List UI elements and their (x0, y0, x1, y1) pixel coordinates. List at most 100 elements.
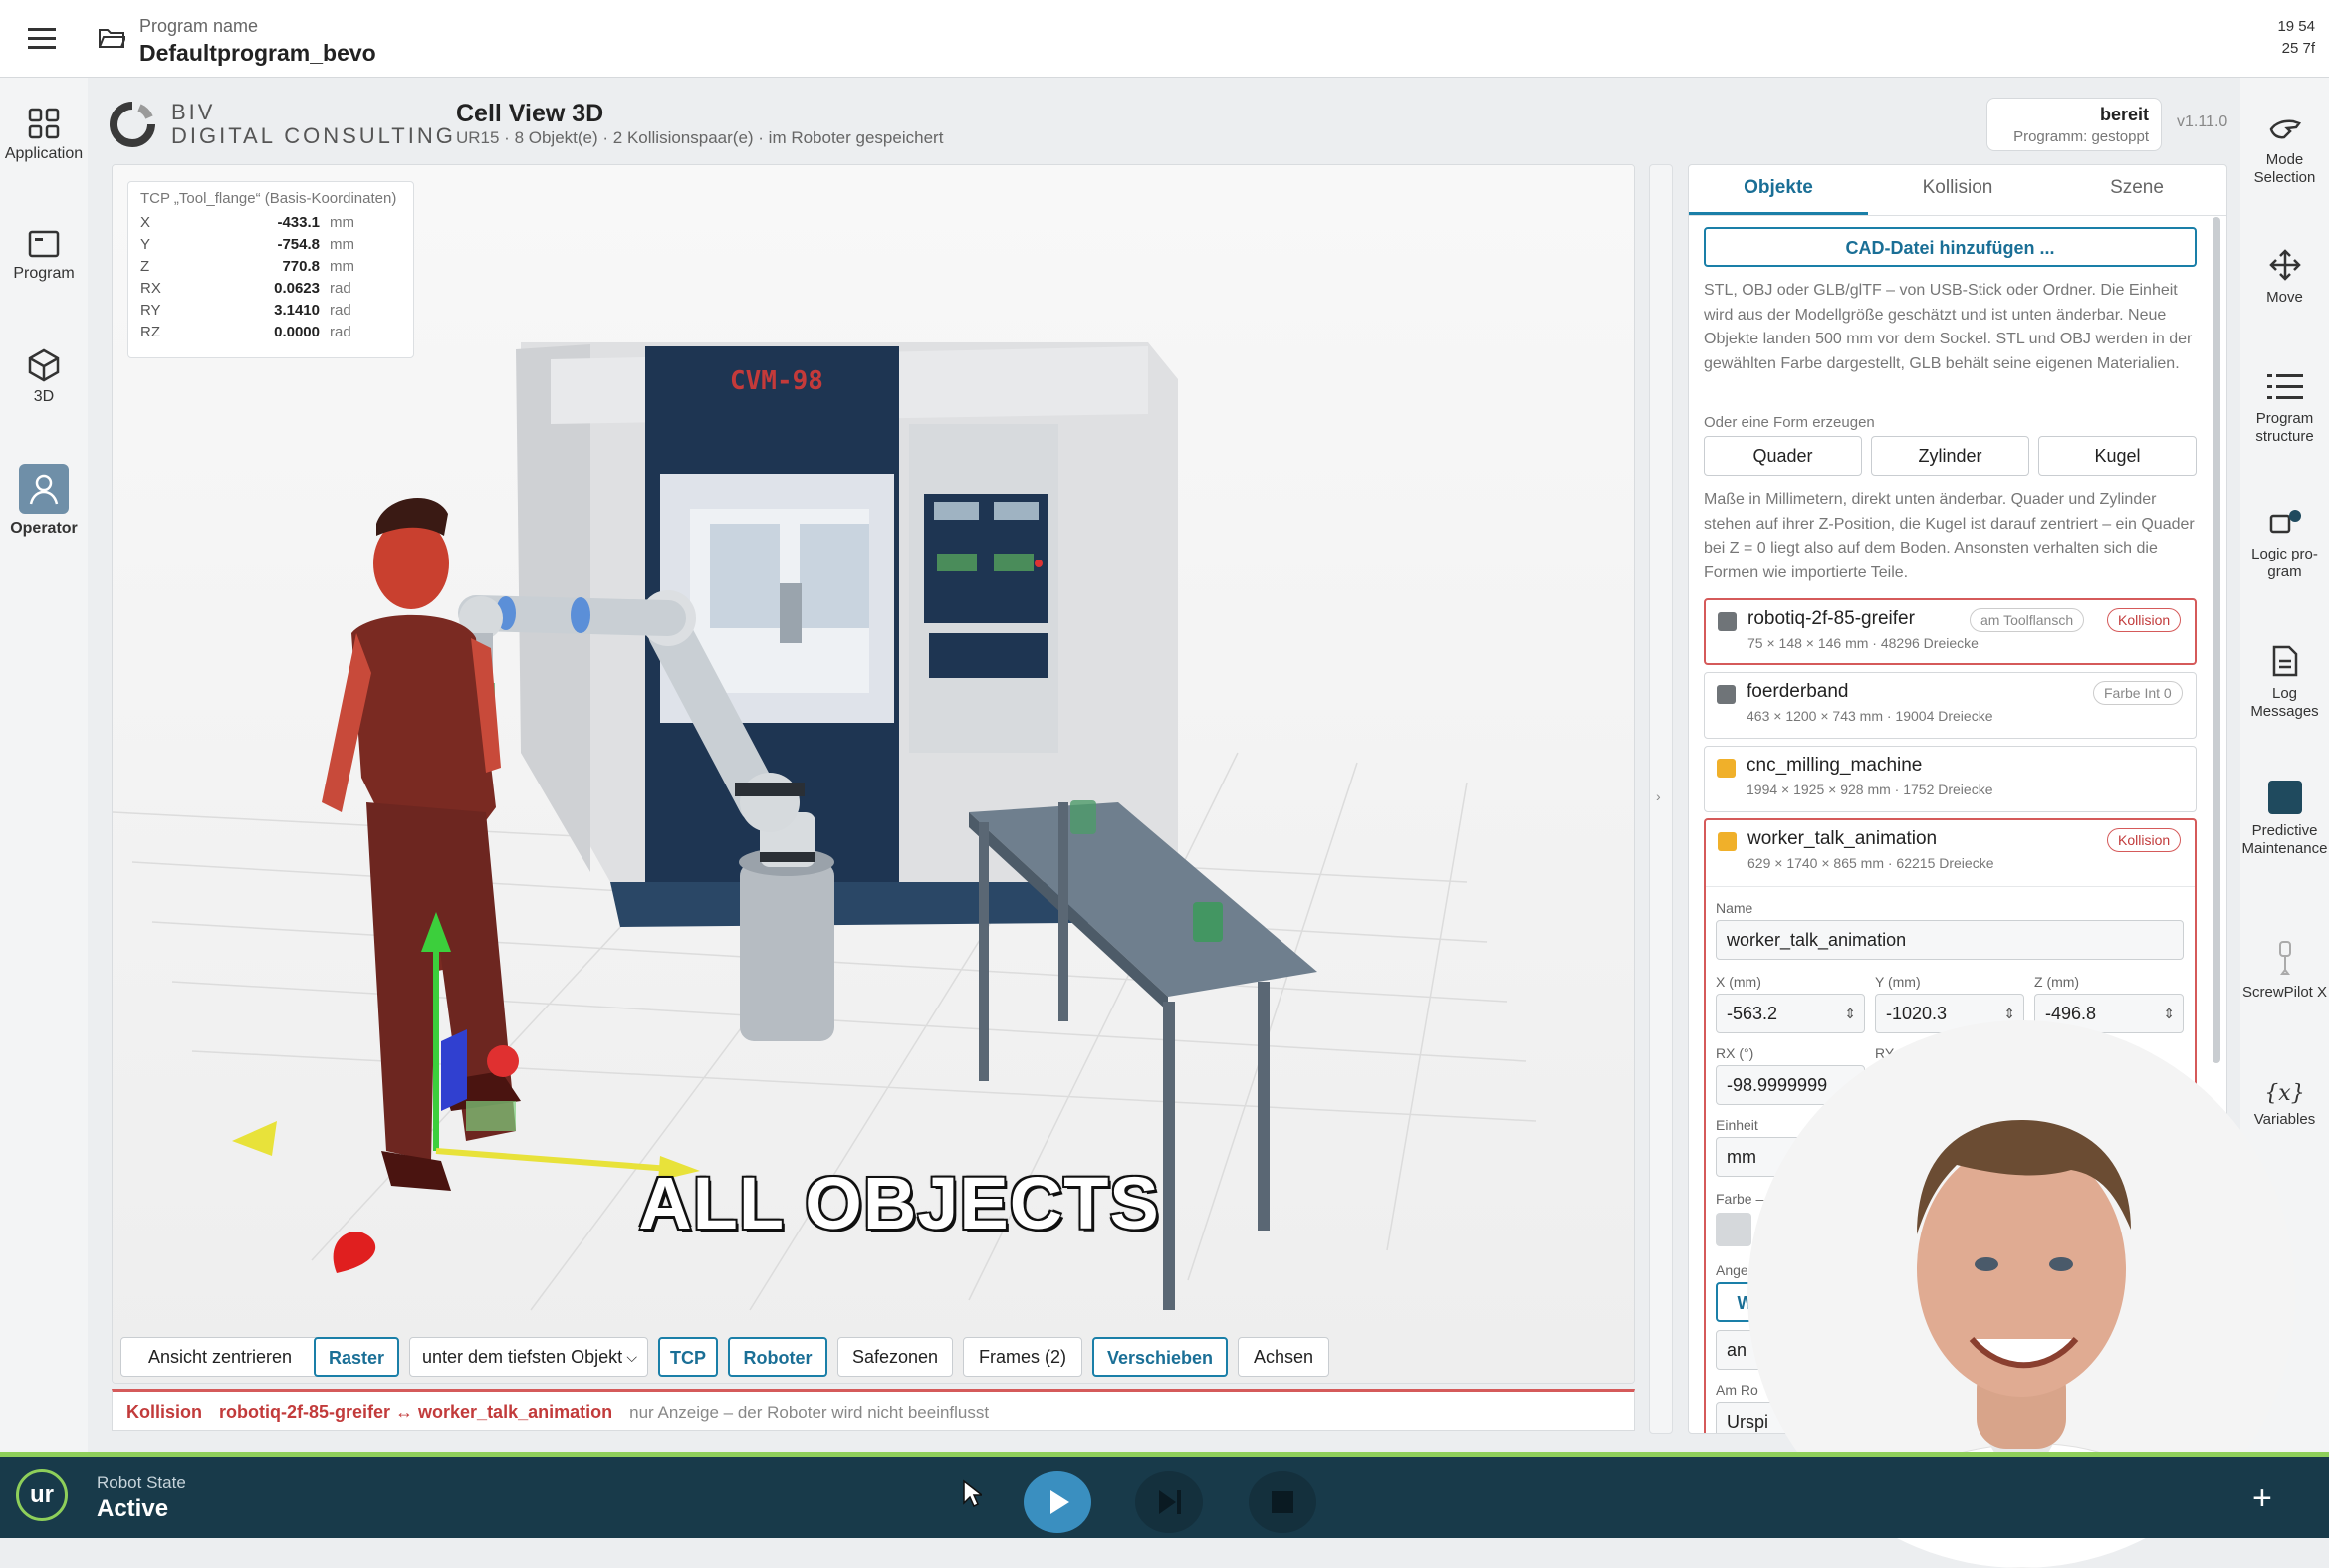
nav-move[interactable]: Move (2240, 249, 2329, 307)
hand-icon (2269, 119, 2301, 139)
tcp-row: Y -754.8 mm (140, 233, 354, 255)
axes-toggle-button[interactable]: Achsen (1238, 1337, 1329, 1377)
tab-objects[interactable]: Objekte (1689, 177, 1868, 215)
step-button[interactable] (1135, 1471, 1203, 1533)
tcp-value: 0.0623 (274, 279, 320, 297)
stepper-icon[interactable]: ⇕ (1844, 995, 1856, 1032)
status-subtext: Programm: gestoppt (2013, 128, 2149, 145)
nav-label: ScrewPilot X (2241, 984, 2328, 1001)
object-row-conveyor[interactable]: foerderband 463 × 1200 × 743 mm · 19004 … (1704, 672, 2197, 739)
tcp-value: 0.0000 (274, 323, 320, 340)
cylinder-button[interactable]: Zylinder (1871, 436, 2029, 476)
object-color-swatch (1717, 759, 1736, 778)
nav-predictive-maintenance[interactable]: Predictive Maintenance (2240, 781, 2329, 858)
tab-scene[interactable]: Szene (2047, 177, 2226, 199)
tcp-axis: Z (140, 257, 150, 275)
nav-program[interactable]: Program (0, 229, 88, 283)
center-view-button[interactable]: Ansicht zentrieren (120, 1337, 320, 1377)
variables-icon: {x} (2264, 1081, 2305, 1106)
program-name[interactable]: Defaultprogram_bevo (139, 40, 376, 67)
tcp-value: -433.1 (277, 213, 320, 231)
nav-operator[interactable]: Operator (0, 464, 88, 538)
tcp-unit: rad (330, 323, 351, 340)
color-swatch-button[interactable] (1716, 1213, 1751, 1246)
list-icon (2266, 374, 2303, 399)
tcp-value: 770.8 (282, 257, 320, 275)
tcp-value: -754.8 (277, 235, 320, 253)
add-icon[interactable]: + (2252, 1479, 2272, 1518)
grid-icon (28, 108, 60, 139)
x-field-value: -563.2 (1727, 1004, 1778, 1023)
frames-toggle-button[interactable]: Frames (2) (963, 1337, 1082, 1377)
status-text: bereit (2099, 105, 2149, 124)
nav-label: Log Messages (2250, 685, 2319, 720)
collision-pair: robotiq-2f-85-greifer ↔ worker_talk_anim… (219, 1402, 613, 1422)
tcp-toggle-button[interactable]: TCP (658, 1337, 718, 1377)
version-label: v1.11.0 (2177, 113, 2228, 130)
nav-3d[interactable]: 3D (0, 348, 88, 406)
safezones-toggle-button[interactable]: Safezonen (837, 1337, 953, 1377)
nav-application[interactable]: Application (0, 108, 88, 163)
page-subtitle: UR15 · 8 Objekt(e) · 2 Kollisionspaar(e)… (456, 128, 944, 147)
program-name-label: Program name (139, 16, 259, 36)
tcp-axis: RY (140, 301, 161, 319)
page-title: Cell View 3D (456, 100, 604, 127)
logo-text-biv: BIV (171, 100, 216, 124)
nav-program-structure[interactable]: Program structure (2240, 372, 2329, 446)
tabs-divider (1689, 215, 2226, 216)
play-icon (1050, 1490, 1069, 1514)
nav-label: Program (13, 265, 75, 282)
stepper-icon[interactable]: ⇕ (2163, 995, 2175, 1032)
top-bar: Program name Defaultprogram_bevo 19 54 2… (0, 0, 2329, 78)
cursor-icon (962, 1479, 985, 1512)
object-row-cnc[interactable]: cnc_milling_machine 1994 × 1925 × 928 mm… (1704, 746, 2197, 812)
tcp-row: RX 0.0623 rad (140, 277, 354, 299)
tab-collision[interactable]: Kollision (1868, 177, 2047, 199)
cuboid-button[interactable]: Quader (1704, 436, 1862, 476)
nav-log-messages[interactable]: Log Messages (2240, 645, 2329, 721)
nav-label: Program structure (2255, 410, 2314, 445)
toolflange-badge: am Toolflansch (1970, 608, 2085, 632)
add-cad-file-button[interactable]: CAD-Datei hinzufügen ... (1704, 227, 2197, 267)
logic-icon (2269, 510, 2301, 534)
play-button[interactable] (1024, 1471, 1091, 1533)
grid-toggle-button[interactable]: Raster (314, 1337, 399, 1377)
company-logo (110, 102, 155, 152)
move-toggle-button[interactable]: Verschieben (1092, 1337, 1228, 1377)
anchor-field-label: Ange (1716, 1262, 1748, 1278)
panel-scrollbar[interactable] (2213, 217, 2220, 1063)
x-field-label: X (mm) (1716, 974, 1761, 990)
nav-screwpilot[interactable]: ScrewPilot X (2240, 940, 2329, 1002)
rx-field-value: -98.9999999 (1727, 1075, 1828, 1095)
hamburger-menu-icon[interactable] (28, 26, 56, 50)
tcp-unit: rad (330, 301, 351, 319)
tcp-row: RY 3.1410 rad (140, 299, 354, 321)
x-field[interactable]: -563.2 ⇕ (1716, 994, 1865, 1033)
nav-variables[interactable]: {x} Variables (2240, 1081, 2329, 1129)
placement-select[interactable]: unter dem tiefsten Objekt ⌵ (409, 1337, 648, 1377)
object-details: 629 × 1740 × 865 mm · 62215 Dreiecke (1747, 855, 1994, 871)
object-name: cnc_milling_machine (1747, 755, 1923, 776)
rx-field-label: RX (°) (1716, 1045, 1754, 1061)
row-divider (1706, 886, 2195, 887)
nav-label: Move (2266, 289, 2303, 306)
folder-icon[interactable] (98, 26, 127, 55)
panel-splitter[interactable]: › (1649, 164, 1673, 1434)
nav-mode-selection[interactable]: Mode Selection (2240, 115, 2329, 187)
origin-field-label: Am Ro (1716, 1382, 1758, 1398)
robot-toggle-button[interactable]: Roboter (728, 1337, 827, 1377)
nav-label: Variables (2253, 1111, 2316, 1128)
nav-label: Mode Selection (2253, 151, 2316, 186)
person-icon (19, 464, 69, 514)
move-icon (2268, 249, 2301, 281)
name-field[interactable]: worker_talk_animation (1716, 920, 2184, 960)
sphere-button[interactable]: Kugel (2038, 436, 2197, 476)
clock-date: 25 7f (2281, 40, 2315, 57)
tcp-axis: Y (140, 235, 151, 253)
nav-logic-program[interactable]: Logic pro-gram (2240, 508, 2329, 581)
y-field-value: -1020.3 (1886, 1004, 1948, 1023)
object-row-gripper[interactable]: robotiq-2f-85-greifer 75 × 148 × 146 mm … (1704, 598, 2197, 665)
stop-button[interactable] (1249, 1471, 1316, 1533)
z-field-label: Z (mm) (2034, 974, 2080, 990)
nav-label: 3D (33, 388, 55, 405)
